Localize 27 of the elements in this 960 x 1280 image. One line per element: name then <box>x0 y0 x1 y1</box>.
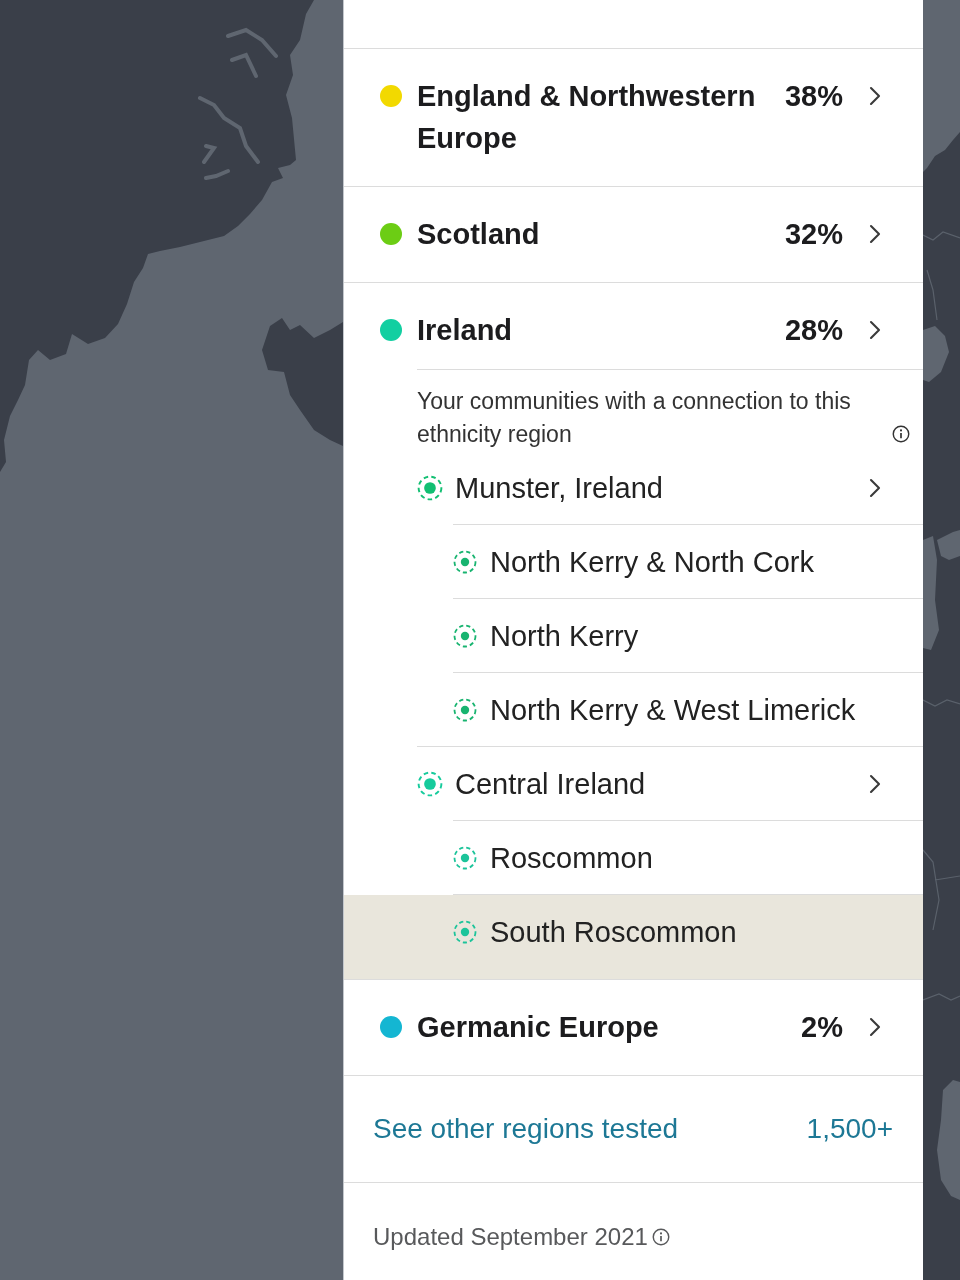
community-item[interactable]: North Kerry & West Limerick <box>344 673 923 746</box>
region-item[interactable]: Germanic Europe 2% <box>344 980 923 1075</box>
regions-count: 1,500+ <box>806 1112 893 1146</box>
community-item[interactable]: North Kerry & North Cork <box>344 525 923 598</box>
updated-date: Updated September 2021 <box>373 1222 648 1252</box>
chevron-right-icon <box>869 477 881 498</box>
chevron-right-icon <box>869 773 881 794</box>
region-item[interactable]: England & Northwestern Europe 38% <box>344 49 923 186</box>
region-item[interactable]: Scotland 32% <box>344 187 923 282</box>
chevron-right-icon <box>869 320 881 340</box>
region-percentage: 32% <box>784 217 843 252</box>
region-item[interactable]: Ireland 28% <box>344 283 923 369</box>
chevron-right-icon <box>869 86 881 106</box>
community-item[interactable]: North Kerry <box>344 599 923 672</box>
community-item[interactable]: South Roscommon <box>344 895 923 979</box>
chevron-right-icon <box>869 224 881 244</box>
region-percentage: 28% <box>784 313 843 348</box>
chevron-right-icon <box>869 1017 881 1037</box>
region-percentage: 38% <box>784 79 843 114</box>
community-item[interactable]: Central Ireland <box>344 747 923 820</box>
community-item[interactable]: Roscommon <box>344 821 923 894</box>
info-icon[interactable] <box>651 1228 670 1246</box>
community-item[interactable]: Munster, Ireland <box>344 451 923 524</box>
see-other-regions-link[interactable]: See other regions tested <box>373 1111 679 1147</box>
communities-note: Your communities with a connection to this ethnicity region <box>417 387 852 449</box>
info-icon[interactable] <box>892 425 910 443</box>
region-percentage: 2% <box>801 1010 843 1045</box>
